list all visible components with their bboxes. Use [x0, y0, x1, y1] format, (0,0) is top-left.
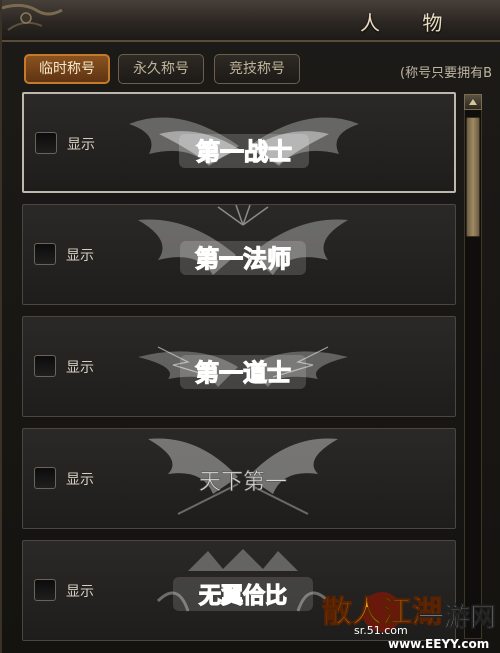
title-text-1: 第一战士 — [196, 138, 292, 166]
title-badge-3: 第一道士 — [138, 346, 348, 389]
title-text-3: 第一道士 — [195, 359, 291, 387]
title-badge-2: 第一法师 — [138, 205, 348, 275]
show-checkbox-2[interactable] — [34, 243, 56, 265]
show-label-2: 显示 — [66, 248, 94, 264]
show-label-4: 显示 — [66, 472, 94, 488]
title-bar[interactable]: 人 物 — [2, 0, 500, 42]
character-window: 人 物 临时称号 永久称号 竞技称号 (称号只要拥有B 显示 第一战士 显示 第… — [0, 0, 500, 653]
show-checkbox-3[interactable] — [34, 355, 56, 377]
title-text-2: 第一法师 — [195, 245, 291, 273]
window-title: 人 物 — [360, 11, 461, 35]
scroll-up-button[interactable] — [464, 94, 482, 110]
show-checkbox-4[interactable] — [34, 467, 56, 489]
title-text-5: 无翼佮比 — [199, 584, 287, 609]
svg-text:sr.51.com: sr.51.com — [354, 624, 408, 637]
show-checkbox-5[interactable] — [34, 579, 56, 601]
title-list: 显示 第一战士 显示 第一法师 显示 第一道士 显示 天下第一 显示 无翼佮比 — [12, 88, 462, 653]
title-row-3[interactable]: 显示 第一道士 — [22, 316, 456, 417]
svg-text:www.EEYY.com: www.EEYY.com — [388, 637, 489, 651]
title-badge-1: 第一战士 — [129, 117, 359, 168]
title-row-2[interactable]: 显示 第一法师 — [22, 204, 456, 305]
title-text-4: 天下第一 — [199, 470, 287, 495]
title-row-1[interactable]: 显示 第一战士 — [22, 92, 456, 193]
tab-arena-titles[interactable]: 竞技称号 — [214, 54, 300, 84]
show-checkbox-1[interactable] — [35, 132, 57, 154]
svg-text:一游网: 一游网 — [418, 603, 496, 633]
watermark: 散人江湖 sr.51.com 一游网 www.EEYY.com — [322, 592, 496, 651]
tab-temporary-titles[interactable]: 临时称号 — [24, 54, 110, 84]
show-label-5: 显示 — [66, 584, 94, 600]
show-label-1: 显示 — [67, 137, 95, 153]
arrow-up-icon — [469, 99, 477, 105]
scrollbar-thumb[interactable] — [466, 117, 480, 237]
title-row-4[interactable]: 显示 天下第一 — [22, 428, 456, 529]
title-badge-4: 天下第一 — [148, 438, 338, 515]
tab-permanent-titles[interactable]: 永久称号 — [118, 54, 204, 84]
show-label-3: 显示 — [66, 360, 94, 376]
ornament-icon — [2, 3, 63, 31]
title-hint-text: (称号只要拥有B — [400, 66, 492, 81]
